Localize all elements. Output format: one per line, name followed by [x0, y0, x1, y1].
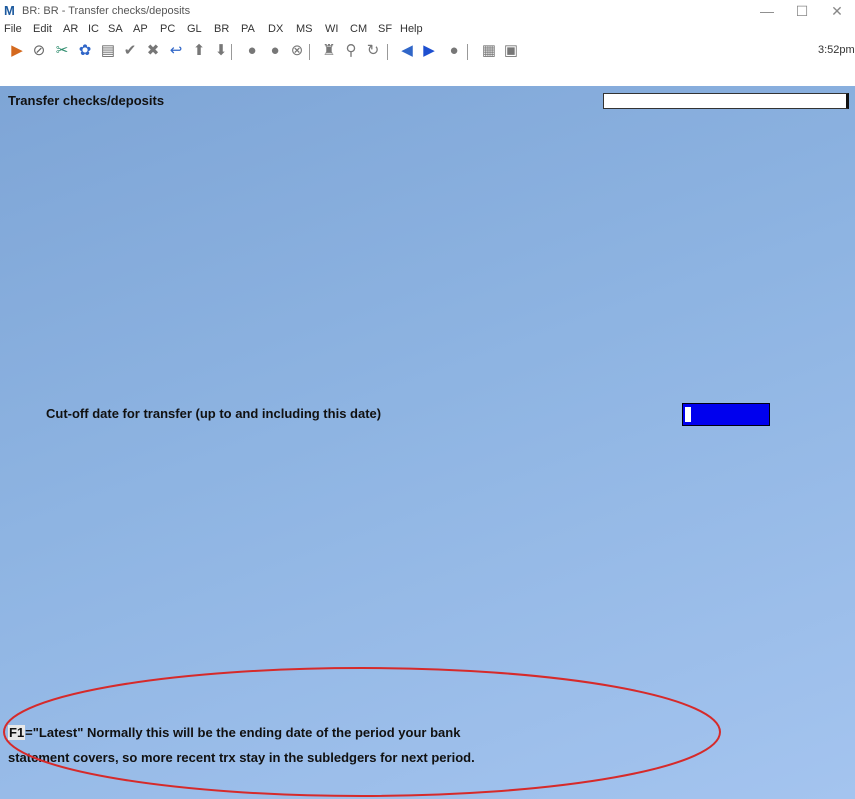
menu-pc[interactable]: PC [160, 23, 175, 35]
circle1-icon[interactable]: ● [243, 42, 261, 60]
next-icon[interactable]: ▶ [420, 42, 438, 60]
screen-title: Transfer checks/deposits [8, 93, 165, 108]
clipboard-icon[interactable]: ▣ [502, 42, 520, 60]
app-logo-icon: M [4, 3, 15, 18]
toolbar: ▶ ⊘ ✂ ✿ ▤ ✔ ✖ ↩ ⬆ ⬇ ● ● ⊗ ♜ ⚲ ↻ ◀ ▶ ● ▦ ▣ 3:52pm [0, 38, 855, 86]
circle3-icon[interactable]: ⊗ [288, 42, 306, 60]
check-icon[interactable]: ✔ [121, 42, 139, 60]
delete-icon[interactable]: ✖ [144, 42, 162, 60]
text-cursor [685, 407, 691, 422]
menu-sa[interactable]: SA [108, 23, 123, 35]
prev-icon[interactable]: ◀ [398, 42, 416, 60]
tools-icon[interactable]: ✂ [53, 42, 71, 60]
menu-bar: File Edit AR IC SA AP PC GL BR PA DX MS … [0, 22, 855, 38]
calculator-icon[interactable]: ▦ [480, 42, 498, 60]
menu-file[interactable]: File [4, 23, 22, 35]
title-bar: M BR: BR - Transfer checks/deposits — ☐ … [0, 0, 855, 22]
maximize-button[interactable]: ☐ [787, 2, 817, 20]
undo-icon[interactable]: ↩ [167, 42, 185, 60]
menu-pa[interactable]: PA [241, 23, 255, 35]
refresh-icon[interactable]: ↻ [364, 42, 382, 60]
help-line-2: statement covers, so more recent trx sta… [8, 750, 475, 765]
menu-ic[interactable]: IC [88, 23, 99, 35]
status-field [603, 93, 849, 109]
menu-edit[interactable]: Edit [33, 23, 52, 35]
binoculars-icon[interactable]: ♜ [320, 42, 338, 60]
help-line-1-text: ="Latest" Normally this will be the endi… [25, 725, 461, 740]
zoom-icon[interactable]: ⚲ [342, 42, 360, 60]
help-line-1: F1="Latest" Normally this will be the en… [8, 725, 460, 740]
menu-ar[interactable]: AR [63, 23, 78, 35]
main-screen: Transfer checks/deposits Cut-off date fo… [0, 86, 855, 799]
print-icon[interactable]: ▤ [99, 42, 117, 60]
toolbar-separator [467, 44, 468, 60]
menu-ms[interactable]: MS [296, 23, 313, 35]
toolbar-separator [387, 44, 388, 60]
down-arrow-icon[interactable]: ⬇ [212, 42, 230, 60]
cutoff-date-input[interactable] [682, 403, 770, 426]
settings-icon[interactable]: ✿ [76, 42, 94, 60]
menu-cm[interactable]: CM [350, 23, 367, 35]
toolbar-separator [309, 44, 310, 60]
menu-dx[interactable]: DX [268, 23, 283, 35]
menu-wi[interactable]: WI [325, 23, 338, 35]
cancel-icon[interactable]: ⊘ [30, 42, 48, 60]
toolbar-separator [231, 44, 232, 60]
cutoff-date-label: Cut-off date for transfer (up to and inc… [46, 406, 382, 421]
user-icon[interactable]: ● [445, 42, 463, 60]
annotation-ellipse [3, 667, 721, 797]
circle2-icon[interactable]: ● [266, 42, 284, 60]
up-arrow-icon[interactable]: ⬆ [190, 42, 208, 60]
window-title: BR: BR - Transfer checks/deposits [22, 5, 191, 17]
exit-icon[interactable]: ▶ [8, 42, 26, 60]
menu-gl[interactable]: GL [187, 23, 202, 35]
menu-ap[interactable]: AP [133, 23, 148, 35]
menu-br[interactable]: BR [214, 23, 229, 35]
menu-sf[interactable]: SF [378, 23, 392, 35]
minimize-button[interactable]: — [752, 2, 782, 20]
f1-key-label: F1 [8, 725, 26, 740]
clock: 3:52pm [818, 44, 855, 56]
close-button[interactable]: ✕ [822, 2, 852, 20]
menu-help[interactable]: Help [400, 23, 423, 35]
